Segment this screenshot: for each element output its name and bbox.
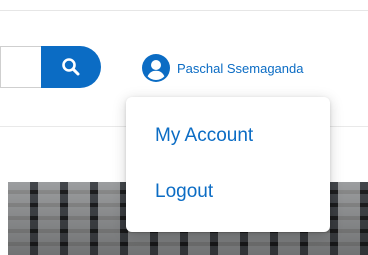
dropdown-caret xyxy=(221,90,235,97)
user-name: Paschal Ssemaganda xyxy=(177,60,304,76)
user-circle-icon xyxy=(142,54,170,82)
search-icon xyxy=(61,57,81,77)
menu-item-logout[interactable]: Logout xyxy=(155,181,213,203)
user-menu-trigger[interactable]: Paschal Ssemaganda xyxy=(142,54,303,82)
user-dropdown-menu: My Account Logout xyxy=(126,97,330,232)
menu-item-my-account[interactable]: My Account xyxy=(155,125,253,147)
search-button[interactable] xyxy=(41,46,101,88)
top-divider xyxy=(0,10,368,11)
